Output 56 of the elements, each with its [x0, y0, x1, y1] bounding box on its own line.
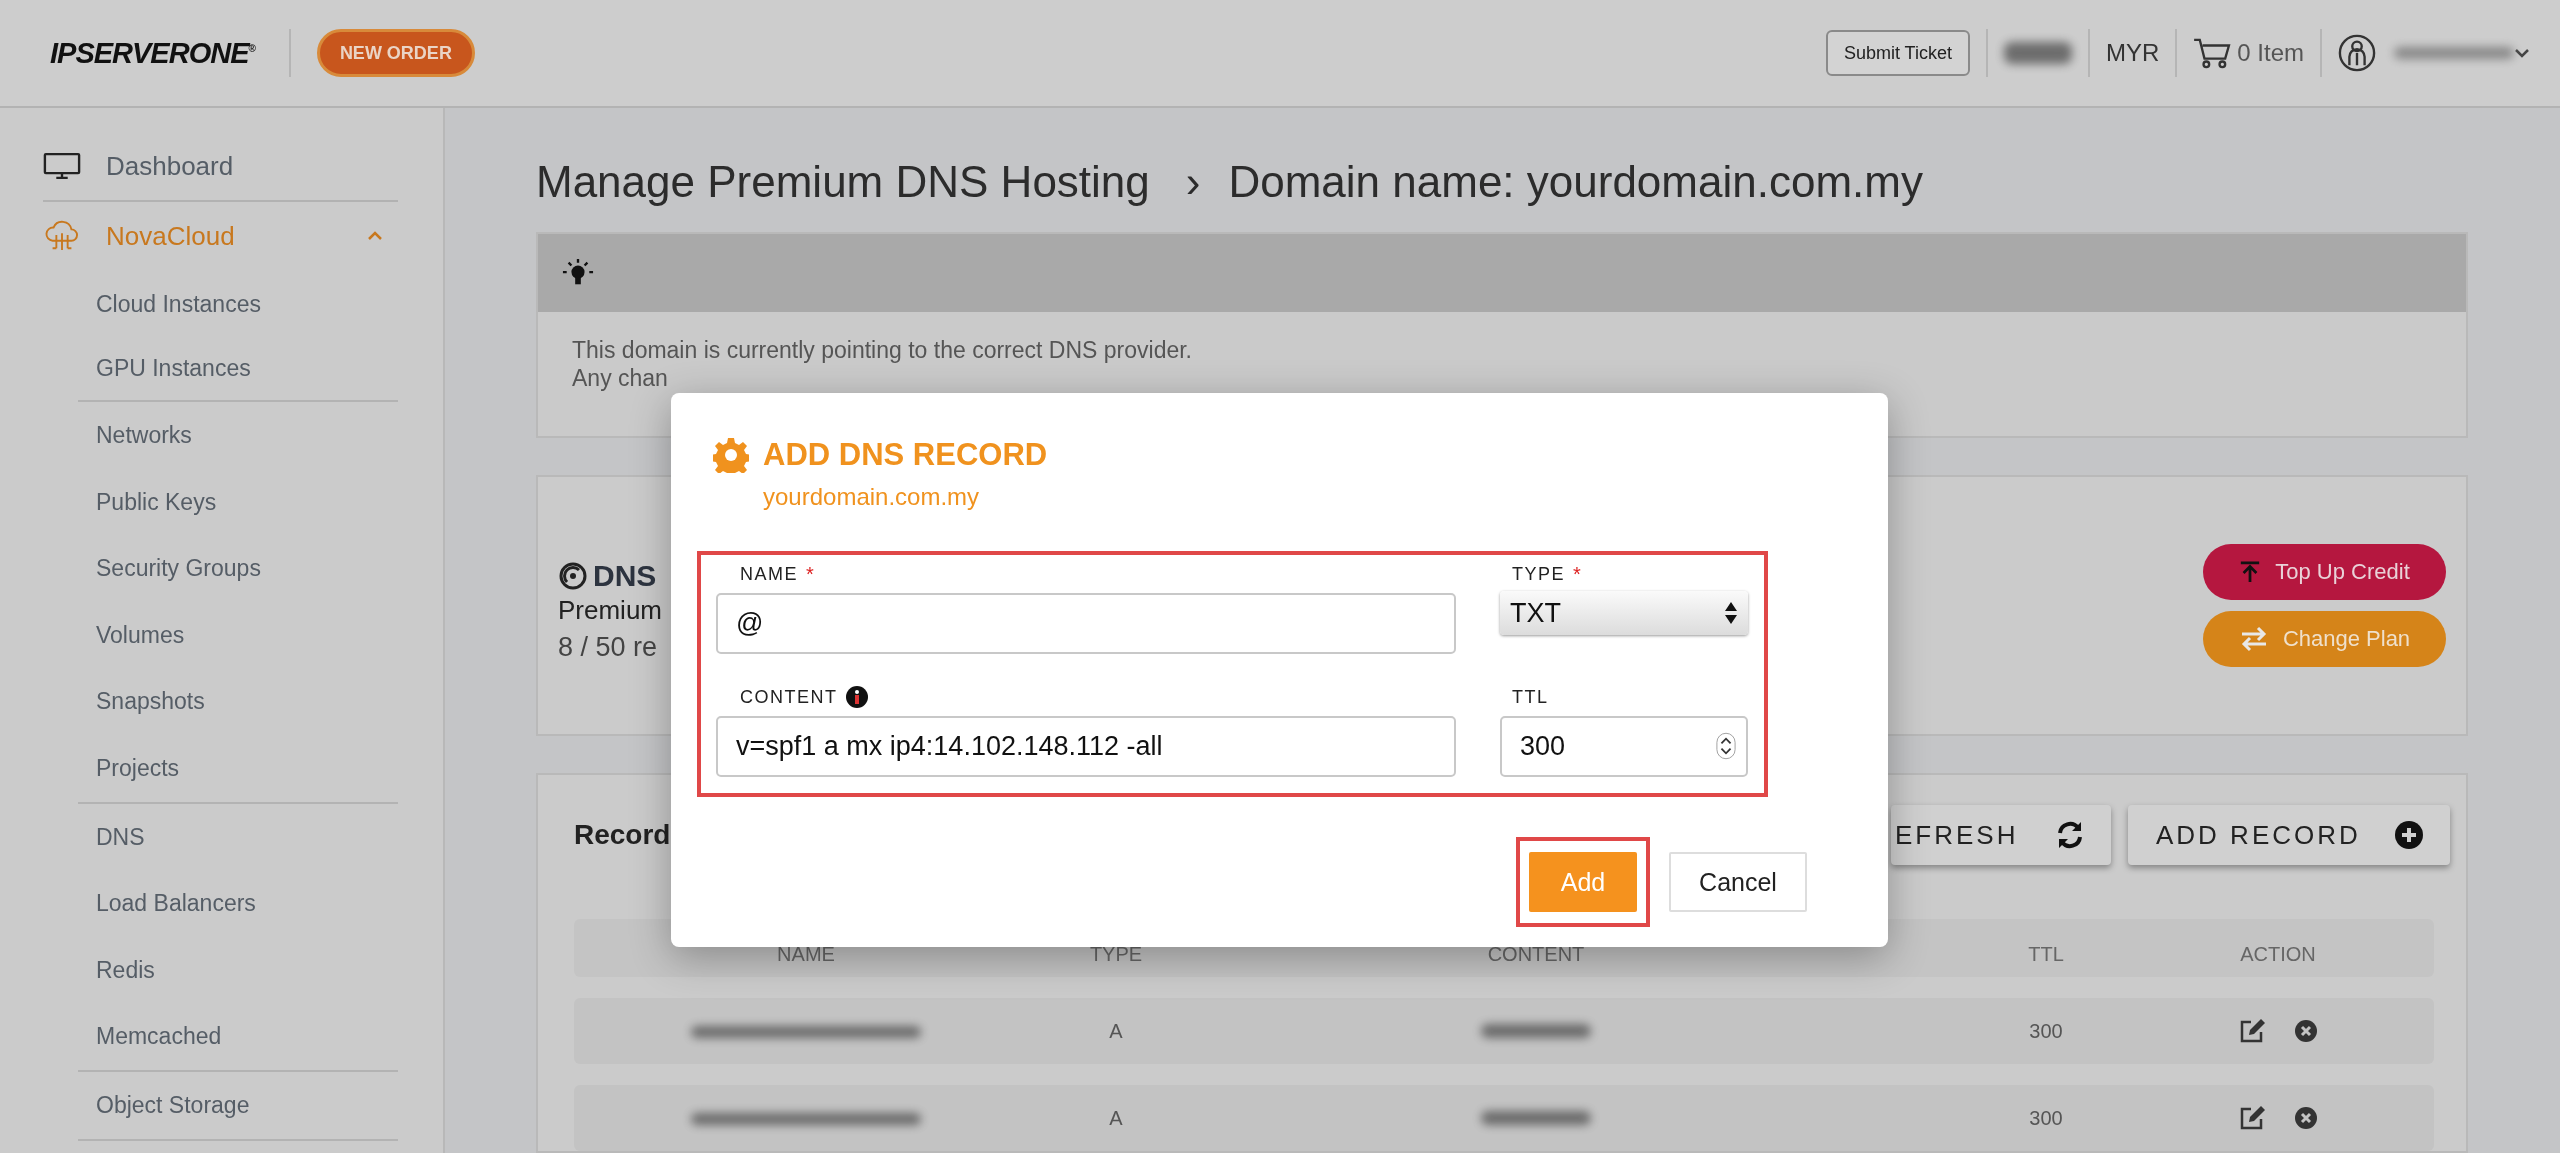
input-field[interactable]: v=spf1 a mx ip4:14.102.148.112 -all: [716, 716, 1456, 777]
dialog-title: ADD DNS RECORD: [763, 437, 1048, 473]
column-header: NAME: [777, 941, 835, 966]
nav-item[interactable]: DNS: [78, 803, 398, 871]
plan-name: Premium: [558, 594, 662, 626]
field-label: TTL: [1512, 686, 1549, 708]
nav-item[interactable]: Dashboard: [106, 150, 234, 182]
new-order-button[interactable]: NEW ORDER: [316, 29, 475, 77]
field-label: TYPE: [1512, 563, 1565, 585]
submit-ticket-button[interactable]: Submit Ticket: [1825, 30, 1970, 76]
top-up-credit-button[interactable]: Top Up Credit: [2203, 544, 2446, 601]
column-header: TYPE: [1089, 941, 1143, 966]
cart-link[interactable]: 0 Item: [2237, 39, 2304, 67]
column-header: CONTENT: [1487, 941, 1585, 966]
nav-item[interactable]: NovaCloud: [106, 220, 235, 252]
type-select[interactable]: TXT: [1500, 591, 1748, 635]
table-cell: 300: [2029, 1019, 2063, 1043]
alert-text: Any chan: [572, 363, 669, 392]
nav-item[interactable]: Public Keys: [78, 468, 398, 536]
nav-item[interactable]: Memcached: [78, 1003, 398, 1070]
field-label: NAME: [740, 563, 798, 585]
nav-item[interactable]: Load Balancers: [78, 870, 398, 937]
change-plan-button[interactable]: Change Plan: [2203, 611, 2446, 668]
nav-item[interactable]: Networks: [78, 402, 398, 469]
add-button[interactable]: Add: [1529, 852, 1637, 912]
column-header: ACTION: [2240, 941, 2316, 966]
page-title: Domain name: yourdomain.com.my: [1228, 157, 1923, 208]
panel-title: Record: [574, 819, 671, 851]
table-cell: A: [1109, 1106, 1123, 1130]
logo[interactable]: IPSERVERONE$^{®}$: [50, 36, 273, 70]
dialog-subtitle: yourdomain.com.my: [763, 483, 981, 511]
cancel-button[interactable]: Cancel: [1669, 852, 1807, 912]
nav-item[interactable]: Redis: [78, 936, 398, 1004]
nav-item[interactable]: Cloud Instances: [78, 272, 398, 336]
currency-selector[interactable]: MYR: [2105, 39, 2160, 67]
required-mark: *: [1573, 562, 1581, 586]
table-cell: A: [1109, 1019, 1123, 1043]
nav-item[interactable]: GPU Instances: [78, 336, 398, 400]
record-usage: 8 / 50 re: [558, 631, 659, 663]
required-mark: *: [806, 562, 814, 586]
input-field[interactable]: 300: [1500, 716, 1748, 777]
nav-item[interactable]: Security Groups: [78, 535, 398, 602]
add-record-button[interactable]: ADD RECORD: [2128, 805, 2450, 865]
page-title: Manage Premium DNS Hosting: [536, 157, 1150, 208]
alert-text: This domain is currently pointing to the correct DNS provider.: [572, 335, 1193, 364]
nav-item[interactable]: Snapshots: [78, 668, 398, 735]
field-label: CONTENT: [740, 686, 838, 708]
table-cell: 300: [2029, 1106, 2063, 1130]
input-field[interactable]: @: [716, 593, 1456, 654]
nav-item[interactable]: Object Storage: [78, 1071, 398, 1139]
refresh-button[interactable]: EFRESH: [1891, 805, 2111, 865]
nav-item[interactable]: Projects: [78, 734, 398, 802]
breadcrumb-separator: ›: [1185, 157, 1201, 208]
nav-item[interactable]: Volumes: [78, 601, 398, 669]
panel-title: DNS: [593, 558, 657, 593]
column-header: TTL: [2028, 941, 2064, 966]
